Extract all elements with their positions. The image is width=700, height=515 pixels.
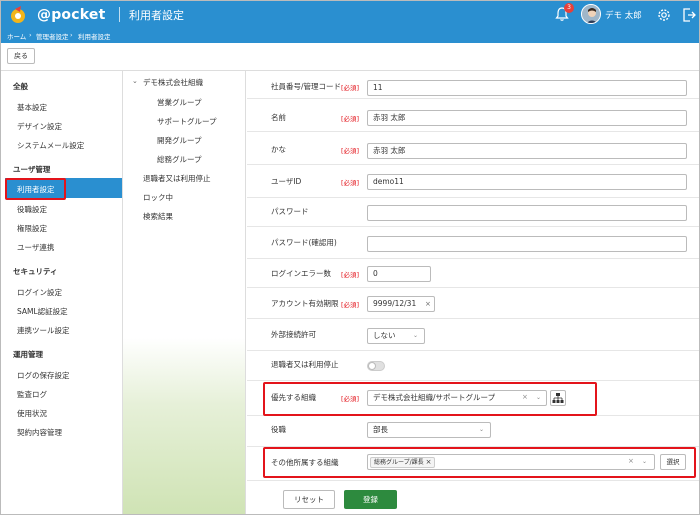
external-access-label: 外部接続許可 <box>271 330 316 339</box>
chevron-down-icon[interactable]: ⌄ <box>132 77 138 85</box>
kana-input[interactable]: 赤羽 太郎 <box>367 143 687 159</box>
breadcrumb-separator: › <box>70 31 73 39</box>
highlight-box-other-orgs <box>263 447 696 478</box>
employee-no-input[interactable]: 11 <box>367 80 687 96</box>
sidebar-item-user-integration[interactable]: ユーザ連携 <box>17 242 54 253</box>
sidebar-item-system-mail[interactable]: システムメール設定 <box>17 140 84 151</box>
header-divider <box>119 7 120 22</box>
page-title: 利用者設定 <box>129 9 184 22</box>
breadcrumb-admin-settings[interactable]: 管理者設定 <box>36 31 69 41</box>
name-label: 名前 <box>271 113 286 122</box>
retired-label: 退職者又は利用停止 <box>271 360 339 369</box>
chevron-down-icon: ⌄ <box>413 332 419 339</box>
sidebar-item-permission-settings[interactable]: 権限設定 <box>17 223 47 234</box>
clear-icon[interactable]: × <box>425 300 431 308</box>
position-label: 役職 <box>271 425 286 434</box>
required-badge: [必須] <box>341 179 360 187</box>
back-button[interactable]: 戻る <box>7 48 35 64</box>
login-error-label: ログインエラー数 <box>271 269 331 278</box>
save-button[interactable]: 登録 <box>344 490 397 509</box>
breadcrumb-current: 利用者設定 <box>78 33 111 41</box>
password-confirm-input[interactable] <box>367 236 687 252</box>
avatar-image <box>582 5 600 23</box>
required-badge: [必須] <box>341 147 360 155</box>
app-logo[interactable]: @pocket <box>9 5 119 25</box>
toolbar <box>1 43 699 71</box>
sidebar-item-basic-settings[interactable]: 基本設定 <box>17 102 47 113</box>
password-input[interactable] <box>367 205 687 221</box>
sidebar-item-usage[interactable]: 使用状況 <box>17 408 47 419</box>
highlight-box-primary-org <box>263 382 597 416</box>
sidebar-item-position-settings[interactable]: 役職設定 <box>17 204 47 215</box>
highlight-box-user-settings <box>5 178 66 200</box>
required-badge: [必須] <box>341 301 360 309</box>
org-tree-list <box>129 71 245 231</box>
tree-item-search-results[interactable]: 検索結果 <box>143 211 173 222</box>
breadcrumb: ホーム › 管理者設定 › 利用者設定 <box>1 28 699 43</box>
password-confirm-label: パスワード(確認用) <box>271 238 337 247</box>
user-id-input[interactable]: demo11 <box>367 174 687 190</box>
sidebar-section-user-management: ユーザ管理 <box>13 165 51 174</box>
kana-label: かな <box>271 145 286 154</box>
logo-mark-icon <box>11 6 25 23</box>
tree-item-sales[interactable]: 営業グループ <box>157 97 202 108</box>
notification-badge: 3 <box>564 3 574 13</box>
position-select[interactable]: 部長 <box>367 422 491 438</box>
breadcrumb-separator: › <box>29 31 32 39</box>
tree-item-root[interactable]: デモ株式会社組織 <box>143 77 203 88</box>
gear-icon[interactable] <box>656 7 672 23</box>
logo-text: @pocket <box>37 7 106 23</box>
toggle-knob <box>368 362 376 370</box>
tree-item-dev[interactable]: 開発グループ <box>157 135 202 146</box>
header-bar: @pocket 利用者設定 3 デモ 太郎 <box>1 1 699 28</box>
user-id-label: ユーザID <box>271 177 302 186</box>
required-badge: [必須] <box>341 84 360 92</box>
chevron-down-icon: ⌄ <box>479 426 485 433</box>
login-error-input[interactable]: 0 <box>367 266 431 282</box>
expiry-label: アカウント有効期限 <box>271 299 339 308</box>
sidebar-item-login-settings[interactable]: ログイン設定 <box>17 287 62 298</box>
required-badge: [必須] <box>341 115 360 123</box>
sidebar-section-security: セキュリティ <box>13 267 58 276</box>
employee-no-label: 社員番号/管理コード <box>271 82 342 91</box>
required-badge: [必須] <box>341 271 360 279</box>
sidebar-section-operations: 運用管理 <box>13 350 43 359</box>
reset-button[interactable]: リセット <box>283 490 335 509</box>
password-label: パスワード <box>271 207 309 216</box>
sidebar-item-audit-log[interactable]: 監査ログ <box>17 389 47 400</box>
tree-item-support[interactable]: サポートグループ <box>157 116 217 127</box>
tree-item-general-affairs[interactable]: 総務グループ <box>157 154 202 165</box>
sidebar-item-contract[interactable]: 契約内容管理 <box>17 427 62 438</box>
sidebar-item-integration-tools[interactable]: 連携ツール設定 <box>17 325 70 336</box>
logout-icon[interactable] <box>682 7 696 23</box>
sidebar-item-saml-settings[interactable]: SAML認証設定 <box>17 306 68 317</box>
breadcrumb-home[interactable]: ホーム <box>7 31 26 41</box>
name-input[interactable]: 赤羽 太郎 <box>367 110 687 126</box>
user-name[interactable]: デモ 太郎 <box>605 9 642 21</box>
sidebar-section-general: 全般 <box>13 82 28 91</box>
sidebar-item-design-settings[interactable]: デザイン設定 <box>17 121 62 132</box>
tree-item-retired[interactable]: 退職者又は利用停止 <box>143 173 211 184</box>
app-window: @pocket 利用者設定 3 デモ 太郎 ホーム › 管理者設定 › 利用者設… <box>0 0 700 515</box>
sidebar-item-log-retention[interactable]: ログの保存設定 <box>17 370 70 381</box>
avatar[interactable] <box>581 4 601 24</box>
tree-item-locked[interactable]: ロック中 <box>143 192 173 203</box>
